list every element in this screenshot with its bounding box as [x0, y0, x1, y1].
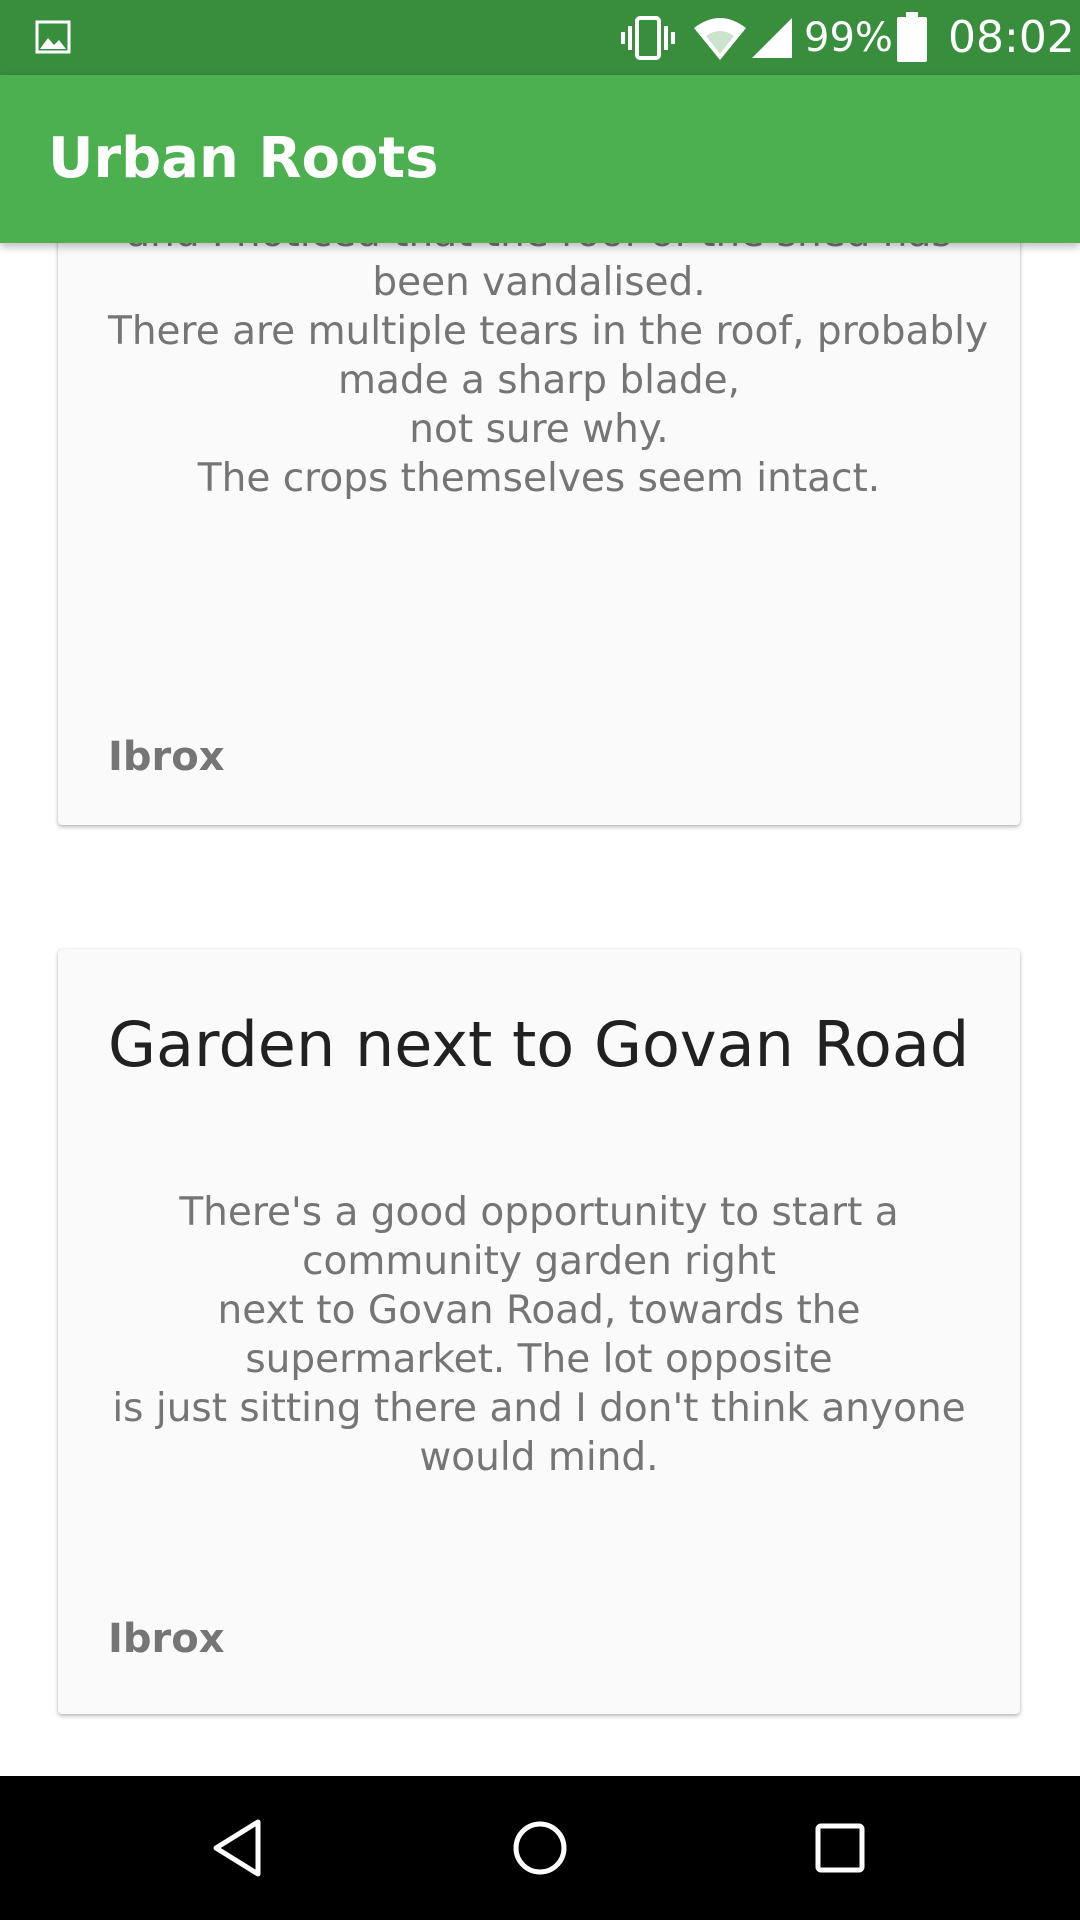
- signal-icon: [750, 16, 794, 64]
- gallery-icon: [35, 20, 71, 58]
- post-body: and I noticed that the roof of the shed …: [108, 243, 989, 503]
- wifi-icon: [692, 16, 748, 64]
- app-bar: Urban Roots: [0, 75, 1080, 243]
- post-body-line: There's a good opportunity to start a: [179, 1190, 899, 1235]
- post-location: Ibrox: [108, 734, 225, 780]
- post-card[interactable]: and I noticed that the roof of the shed …: [58, 243, 1020, 825]
- post-list[interactable]: and I noticed that the roof of the shed …: [0, 243, 1080, 1776]
- post-body: There's a good opportunity to start a co…: [108, 1188, 970, 1482]
- post-body-line: would mind.: [419, 1435, 659, 1480]
- status-bar: 99% 08:02: [0, 0, 1080, 75]
- post-body-line: made a sharp blade,: [337, 358, 741, 403]
- post-body-line: is just sitting there and I don't think …: [112, 1386, 966, 1431]
- navigation-bar: [0, 1776, 1080, 1920]
- post-body-line: and I noticed that the roof of the shed …: [108, 243, 970, 258]
- post-body-line: There are multiple tears in the roof, pr…: [108, 309, 989, 354]
- recents-icon[interactable]: [806, 1814, 874, 1882]
- post-body-line: community garden right: [302, 1239, 776, 1284]
- post-body-line: next to Govan Road, towards the: [217, 1288, 861, 1333]
- battery-icon: [896, 12, 928, 66]
- battery-percent: 99%: [804, 15, 893, 61]
- post-card[interactable]: Garden next to Govan Road There's a good…: [58, 949, 1020, 1714]
- post-location: Ibrox: [108, 1616, 225, 1662]
- post-body-line: The crops themselves seem intact.: [197, 456, 881, 501]
- post-body-line: not sure why.: [409, 407, 669, 452]
- clock: 08:02: [948, 12, 1075, 63]
- post-body-line: been vandalised.: [372, 260, 706, 305]
- vibrate-icon: [620, 14, 676, 66]
- post-title: Garden next to Govan Road: [108, 1008, 970, 1081]
- post-body-line: supermarket. The lot opposite: [245, 1337, 833, 1382]
- back-icon[interactable]: [206, 1814, 274, 1882]
- home-icon[interactable]: [506, 1814, 574, 1882]
- app-title: Urban Roots: [48, 126, 439, 191]
